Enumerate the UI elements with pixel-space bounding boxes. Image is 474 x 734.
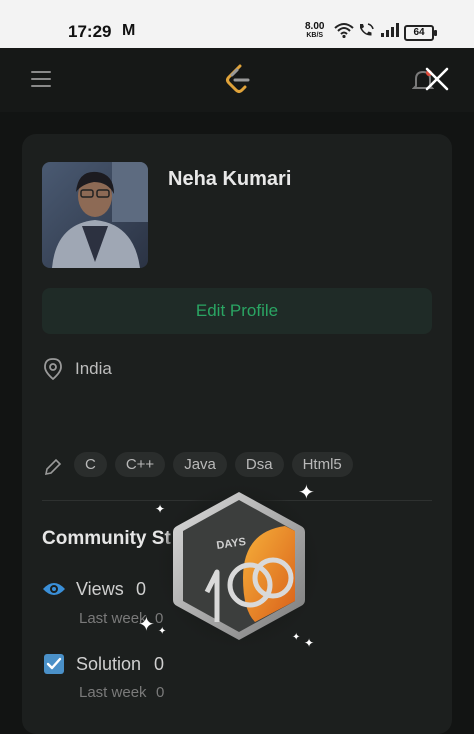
hamburger-icon[interactable]	[31, 71, 51, 89]
skill-tag[interactable]: C++	[114, 452, 166, 477]
battery-indicator: 64	[404, 25, 437, 41]
wifi-icon	[334, 23, 354, 38]
views-count: 0	[136, 579, 147, 599]
skill-tag[interactable]: Java	[173, 452, 227, 477]
skill-tags: C C++ Java Dsa Html5	[74, 452, 353, 477]
location-text: India	[75, 359, 112, 378]
leetcode-logo[interactable]	[224, 64, 252, 96]
eye-icon	[43, 583, 65, 595]
status-bar: 17:29 M 8.00 KB/S 64	[0, 0, 474, 48]
pencil-icon	[44, 458, 62, 476]
skill-tag[interactable]: Dsa	[234, 452, 284, 477]
solution-label: Solution	[76, 654, 142, 674]
sparkle-icon: ✦	[158, 626, 167, 637]
network-speed: 8.00 KB/S	[305, 22, 324, 40]
edit-profile-button[interactable]: Edit Profile	[42, 288, 432, 334]
views-last-week-label: Last week	[79, 610, 147, 627]
skill-tag[interactable]: Html5	[291, 452, 353, 477]
sparkle-icon: ✦	[155, 502, 166, 516]
profile-name: Neha Kumari	[168, 168, 292, 190]
sparkle-icon: ✦	[304, 636, 315, 650]
sparkle-icon: ✦	[298, 482, 315, 504]
solution-count: 0	[154, 654, 165, 674]
solution-check-icon	[44, 654, 64, 674]
days-badge-overlay[interactable]: DAYS	[155, 482, 323, 650]
sparkle-icon: ✦	[292, 632, 301, 643]
wifi-calling-icon	[360, 23, 374, 36]
sparkle-icon: ✦	[138, 614, 155, 636]
profile-avatar	[42, 162, 148, 268]
clock: 17:29	[68, 22, 112, 41]
skill-tag[interactable]: C	[74, 452, 107, 477]
gmail-icon: M	[122, 22, 136, 39]
close-icon[interactable]	[424, 66, 450, 92]
solution-last-week-count: 0	[156, 684, 165, 701]
signal-icon	[381, 23, 399, 37]
views-label: Views	[76, 579, 124, 599]
network-speed-unit: KB/S	[306, 32, 324, 39]
solution-last-week-label: Last week	[79, 684, 147, 701]
location-pin-icon	[44, 358, 62, 380]
network-speed-value: 8.00	[305, 21, 325, 32]
community-stats-title: Community St	[42, 528, 171, 549]
